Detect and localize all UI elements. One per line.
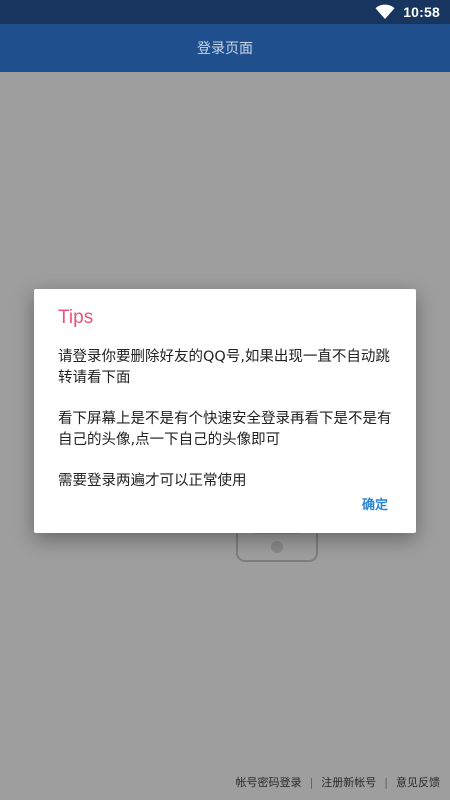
dialog-message: 需要登录两遍才可以正常使用 <box>58 473 247 489</box>
dialog-message: 请登录你要删除好友的QQ号,如果出现一直不自动跳转请看下面 <box>58 349 390 386</box>
app-bar: 登录页面 <box>0 24 450 72</box>
dialog-title: Tips <box>58 307 94 328</box>
dialog-message: 看下屏幕上是不是有个快速安全登录再看下是不是有自己的头像,点一下自己的头像即可 <box>58 411 392 448</box>
wifi-icon <box>375 4 395 19</box>
status-time: 10:58 <box>403 4 440 20</box>
confirm-button[interactable]: 确定 <box>362 494 388 513</box>
page-title: 登录页面 <box>197 41 253 57</box>
tips-dialog: Tips 请登录你要删除好友的QQ号,如果出现一直不自动跳转请看下面 看下屏幕上… <box>34 289 416 533</box>
status-bar: 10:58 <box>0 0 450 24</box>
